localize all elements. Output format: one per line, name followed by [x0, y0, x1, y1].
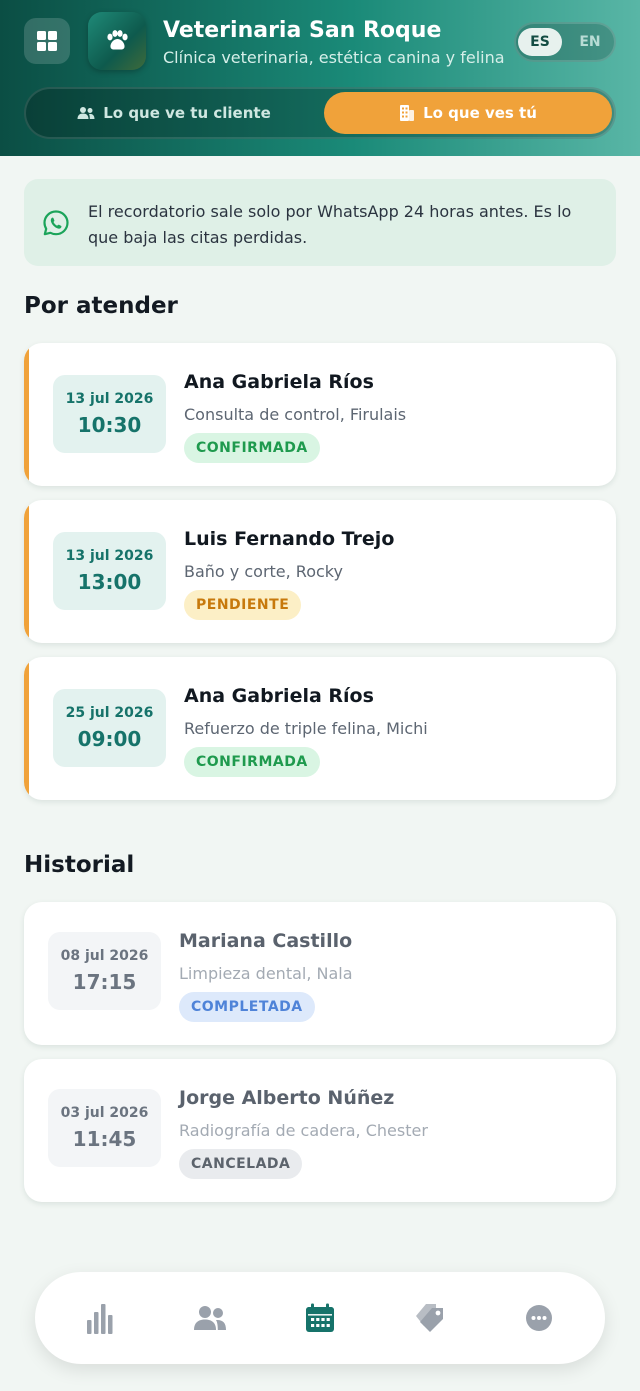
appointment-date-box: 13 jul 2026 10:30: [53, 375, 166, 453]
appointment-date-box: 25 jul 2026 09:00: [53, 689, 166, 767]
service-description: Consulta de control, Firulais: [184, 405, 407, 424]
appointment-date: 13 jul 2026: [65, 548, 154, 564]
status-badge: CANCELADA: [179, 1149, 303, 1179]
nav-item-clients[interactable]: [187, 1295, 233, 1341]
client-view-label: Lo que ve tu cliente: [103, 104, 271, 122]
service-description: Refuerzo de triple felina, Michi: [184, 719, 428, 738]
nav-item-calendar[interactable]: [297, 1295, 343, 1341]
whatsapp-icon: [43, 210, 69, 236]
appointment-time: 10:30: [77, 413, 142, 437]
language-option-es[interactable]: ES: [518, 28, 562, 56]
appointment-card[interactable]: 13 jul 2026 13:00 Luis Fernando Trejo Ba…: [24, 500, 616, 643]
status-badge: CONFIRMADA: [184, 433, 320, 463]
view-toggle: Lo que ve tu cliente Lo que ves tú: [24, 87, 616, 139]
appointment-card[interactable]: 25 jul 2026 09:00 Ana Gabriela Ríos Refu…: [24, 657, 616, 800]
owner-view-tab[interactable]: Lo que ves tú: [324, 92, 612, 134]
client-name: Ana Gabriela Ríos: [184, 685, 374, 707]
calendar-icon: [306, 1303, 334, 1332]
status-badge: PENDIENTE: [184, 590, 302, 620]
appointment-date-box: 13 jul 2026 13:00: [53, 532, 166, 610]
nav-item-stats[interactable]: [78, 1295, 124, 1341]
clinic-subtitle: Clínica veterinaria, estética canina y f…: [163, 48, 505, 67]
language-switcher: ES EN: [514, 22, 616, 62]
owner-view-label: Lo que ves tú: [423, 104, 537, 122]
appointment-date-box: 03 jul 2026 11:45: [48, 1089, 161, 1167]
appointment-date-box: 08 jul 2026 17:15: [48, 932, 161, 1010]
tag-icon: [416, 1304, 443, 1332]
grid-icon: [37, 31, 57, 51]
clinic-name: Veterinaria San Roque: [163, 18, 442, 43]
users-icon: [194, 1306, 226, 1330]
client-view-tab[interactable]: Lo que ve tu cliente: [26, 89, 322, 137]
nav-item-services[interactable]: [407, 1295, 453, 1341]
language-option-en[interactable]: EN: [568, 28, 612, 56]
client-name: Mariana Castillo: [179, 930, 353, 952]
more-icon: [526, 1305, 552, 1331]
users-icon: [77, 107, 95, 119]
service-description: Radiografía de cadera, Chester: [179, 1121, 428, 1140]
clinic-logo: [88, 12, 146, 70]
nav-item-more[interactable]: [516, 1295, 562, 1341]
banner-text: El recordatorio sale solo por WhatsApp 2…: [88, 202, 572, 247]
client-name: Luis Fernando Trejo: [184, 528, 395, 550]
appointment-card[interactable]: 13 jul 2026 10:30 Ana Gabriela Ríos Cons…: [24, 343, 616, 486]
service-description: Limpieza dental, Nala: [179, 964, 353, 983]
pending-section-title: Por atender: [24, 293, 178, 319]
status-badge: CONFIRMADA: [184, 747, 320, 777]
service-description: Baño y corte, Rocky: [184, 562, 343, 581]
building-icon: [400, 105, 415, 121]
history-section-title: Historial: [24, 852, 135, 878]
history-card[interactable]: 03 jul 2026 11:45 Jorge Alberto Núñez Ra…: [24, 1059, 616, 1202]
appointment-date: 08 jul 2026: [60, 948, 149, 964]
client-name: Jorge Alberto Núñez: [179, 1087, 395, 1109]
appointment-date: 25 jul 2026: [65, 705, 154, 721]
status-badge: COMPLETADA: [179, 992, 315, 1022]
whatsapp-reminder-banner: El recordatorio sale solo por WhatsApp 2…: [24, 179, 616, 266]
history-card[interactable]: 08 jul 2026 17:15 Mariana Castillo Limpi…: [24, 902, 616, 1045]
appointment-time: 09:00: [77, 727, 142, 751]
appointment-time: 17:15: [72, 970, 137, 994]
appointment-time: 11:45: [72, 1127, 137, 1151]
appointment-date: 03 jul 2026: [60, 1105, 149, 1121]
client-name: Ana Gabriela Ríos: [184, 371, 374, 393]
app-header: Veterinaria San Roque Clínica veterinari…: [0, 0, 640, 156]
appointment-date: 13 jul 2026: [65, 391, 154, 407]
bar-chart-icon: [87, 1304, 113, 1334]
menu-button[interactable]: [24, 18, 70, 64]
appointment-time: 13:00: [77, 570, 142, 594]
bottom-navigation: [35, 1272, 605, 1364]
paw-icon: [107, 30, 128, 50]
